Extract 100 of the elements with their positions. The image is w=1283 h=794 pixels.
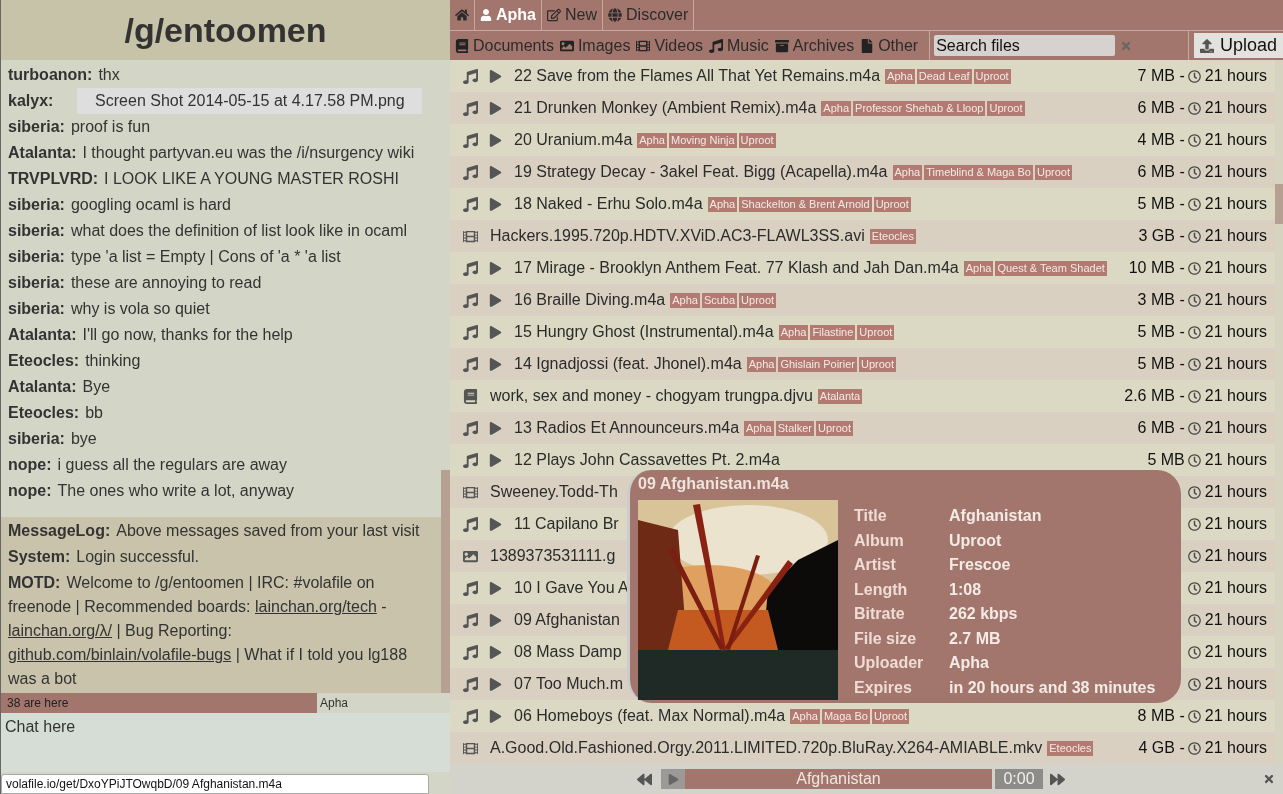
play-icon[interactable] [489, 421, 502, 435]
file-name[interactable]: A.Good.Old.Fashioned.Orgy.2011.LIMITED.720p.BluRay.X264-AMIABLE.mkv [490, 736, 1043, 760]
file-name[interactable]: 18 Naked - Erhu Solo.m4a [514, 192, 703, 216]
file-row[interactable]: work, sex and money - chogyam trungpa.djvu Atalanta 2.6 MB - 21 hours [450, 380, 1275, 412]
file-row[interactable]: 21 Drunken Monkey (Ambient Remix).m4a Apha Professor Shehab & Lloop Uproot 6 MB - 21 hours [450, 92, 1275, 124]
play-icon[interactable] [489, 517, 502, 531]
play-icon[interactable] [489, 197, 502, 211]
file-tag[interactable]: Eteocles [869, 228, 916, 244]
file-tag[interactable]: Apha [885, 68, 915, 84]
link[interactable]: lainchan.org/λ/ [8, 622, 113, 639]
file-name[interactable]: 22 Save from the Flames All That Yet Remains.m4a [514, 64, 881, 88]
scrollbar[interactable] [441, 470, 450, 693]
file-tag[interactable]: Moving Ninja [669, 132, 737, 148]
file-name[interactable]: 06 Homeboys (feat. Max Normal).m4a [514, 704, 786, 728]
play-icon[interactable] [489, 325, 502, 339]
play-icon[interactable] [489, 677, 502, 691]
file-row[interactable]: 22 Save from the Flames All That Yet Remains.m4a Apha Dead Leaf Uproot 7 MB - 21 hours [450, 60, 1275, 92]
play-icon[interactable] [489, 261, 502, 275]
file-tag[interactable]: Uproot [1035, 164, 1072, 180]
upload-button[interactable]: Upload [1193, 33, 1283, 58]
file-tag[interactable]: Timeblind & Maga Bo [924, 164, 1033, 180]
scrollbar[interactable] [1275, 184, 1283, 224]
file-tag[interactable]: Apha [744, 420, 774, 436]
file-row[interactable]: 20 Uranium.m4a Apha Moving Ninja Uproot 4 MB - 21 hours [450, 124, 1275, 156]
file-tag[interactable]: Apha [790, 708, 820, 724]
file-name[interactable]: 15 Hungry Ghost (Instrumental).m4a [514, 320, 774, 344]
file-row[interactable]: A.Good.Old.Fashioned.Orgy.2011.LIMITED.720p.BluRay.X264-AMIABLE.mkv Eteocles 4 GB - 21 hours [450, 732, 1275, 764]
play-icon[interactable] [489, 709, 502, 723]
file-tag[interactable]: Dead Leaf [916, 68, 972, 84]
play-icon[interactable] [489, 165, 502, 179]
file-tag[interactable]: Scuba [701, 292, 738, 308]
file-row[interactable]: 14 Ignadjossi (feat. Jhonel).m4a Apha Ghislain Poirier Uproot 5 MB - 21 hours [450, 348, 1275, 380]
file-row[interactable]: 13 Radios Et Announceurs.m4a Apha Stalker Uproot 6 MB - 21 hours [450, 412, 1275, 444]
play-icon[interactable] [489, 293, 502, 307]
file-name[interactable]: 21 Drunken Monkey (Ambient Remix).m4a [514, 96, 817, 120]
file-tag[interactable]: Apha [707, 196, 738, 212]
file-name[interactable]: 1389373531111.g [490, 544, 616, 568]
file-row[interactable]: Hackers.1995.720p.HDTV.XViD.AC3-FLAWL3SS.avi Eteocles 3 GB - 21 hours [450, 220, 1275, 252]
filter-button[interactable]: Other [855, 33, 920, 58]
file-tag[interactable]: Maga Bo [821, 708, 870, 724]
file-tag[interactable]: Apha [637, 132, 667, 148]
file-tag[interactable]: Eteocles [1047, 740, 1094, 756]
play-icon[interactable] [489, 645, 502, 659]
chat-input[interactable]: Chat here [1, 713, 450, 772]
file-name[interactable]: 08 Mass Damp [514, 640, 622, 664]
play-icon[interactable] [489, 133, 502, 147]
file-row[interactable]: 16 Braille Diving.m4a Apha Scuba Uproot 3 MB - 21 hours [450, 284, 1275, 316]
file-tag[interactable]: Apha [778, 324, 809, 340]
file-name[interactable]: 13 Radios Et Announceurs.m4a [514, 416, 740, 440]
file-name[interactable]: 14 Ignadjossi (feat. Jhonel).m4a [514, 352, 742, 376]
file-tag[interactable]: Uproot [987, 100, 1025, 116]
file-name[interactable]: 09 Afghanistan [514, 608, 620, 632]
filter-button[interactable]: Images [554, 33, 632, 58]
play-icon[interactable] [489, 357, 502, 371]
file-tag[interactable]: Apha [670, 292, 700, 308]
file-tag[interactable]: Uproot [873, 196, 911, 212]
file-name[interactable]: 16 Braille Diving.m4a [514, 288, 666, 312]
file-tag[interactable]: Uproot [859, 356, 896, 372]
track-bar[interactable]: Afghanistan [685, 769, 992, 789]
play-icon[interactable] [489, 581, 502, 595]
file-row[interactable]: 17 Mirage - Brooklyn Anthem Feat. 77 Klash and Jah Dan.m4a Apha Quest & Team Shadet 10 MB - 21 hours [450, 252, 1275, 284]
file-name[interactable]: 07 Too Much.m [514, 672, 624, 696]
file-name[interactable]: 12 Plays John Cassavettes Pt. 2.m4a [514, 448, 780, 472]
play-icon[interactable] [489, 69, 502, 83]
file-tag[interactable]: Ghislain Poirier [778, 356, 857, 372]
nav-tab[interactable]: New [542, 0, 603, 30]
close-icon[interactable] [1263, 773, 1275, 785]
file-tag[interactable]: Apha [746, 356, 777, 372]
file-tag[interactable]: Uproot [871, 708, 909, 724]
filter-button[interactable]: Documents [450, 33, 555, 58]
file-tag[interactable]: Filastine [810, 324, 856, 340]
filter-button[interactable]: Archives [769, 33, 856, 58]
nav-tab[interactable]: Apha [475, 0, 542, 30]
play-icon[interactable] [489, 453, 502, 467]
file-tag[interactable]: Apha [963, 260, 994, 276]
file-name[interactable]: 17 Mirage - Brooklyn Anthem Feat. 77 Klash and Jah Dan.m4a [514, 256, 959, 280]
file-row[interactable]: 15 Hungry Ghost (Instrumental).m4a Apha Filastine Uproot 5 MB - 21 hours [450, 316, 1275, 348]
file-attachment[interactable]: Screen Shot 2014-05-15 at 4.17.58 PM.png [77, 88, 423, 114]
previous-icon[interactable] [637, 771, 652, 787]
file-row[interactable]: 19 Strategy Decay - 3akel Feat. Bigg (Acapella).m4a Apha Timeblind & Maga Bo Uproot 6 MB - 21 hours [450, 156, 1275, 188]
file-name[interactable]: Sweeney.Todd-Th [490, 480, 618, 504]
link[interactable]: lainchan.org/tech [254, 598, 377, 615]
link[interactable]: github.com/binlain/volafile-bugs [8, 646, 232, 663]
file-tag[interactable]: Quest & Team Shadet [995, 260, 1107, 276]
file-tag[interactable]: Uproot [816, 420, 853, 436]
file-tag[interactable]: Uproot [739, 292, 777, 308]
file-tag[interactable]: Uproot [857, 324, 895, 340]
file-tag[interactable]: Shackelton & Brent Arnold [739, 196, 872, 212]
file-tag[interactable]: Uproot [738, 132, 776, 148]
file-name[interactable]: 19 Strategy Decay - 3akel Feat. Bigg (Acapella).m4a [514, 160, 888, 184]
file-tag[interactable]: Apha [821, 100, 852, 116]
file-name[interactable]: work, sex and money - chogyam trungpa.djvu [490, 384, 813, 408]
play-icon[interactable] [489, 101, 502, 115]
file-row[interactable]: 06 Homeboys (feat. Max Normal).m4a Apha Maga Bo Uproot 8 MB - 21 hours [450, 700, 1275, 732]
nickname[interactable]: Apha [320, 694, 349, 712]
filter-button[interactable]: Music [704, 33, 770, 58]
file-row[interactable]: 18 Naked - Erhu Solo.m4a Apha Shackelton & Brent Arnold Uproot 5 MB - 21 hours [450, 188, 1275, 220]
nav-tab[interactable]: Discover [603, 0, 695, 30]
search-field[interactable]: Search files [934, 35, 1116, 56]
file-tag[interactable]: Uproot [973, 68, 1011, 84]
